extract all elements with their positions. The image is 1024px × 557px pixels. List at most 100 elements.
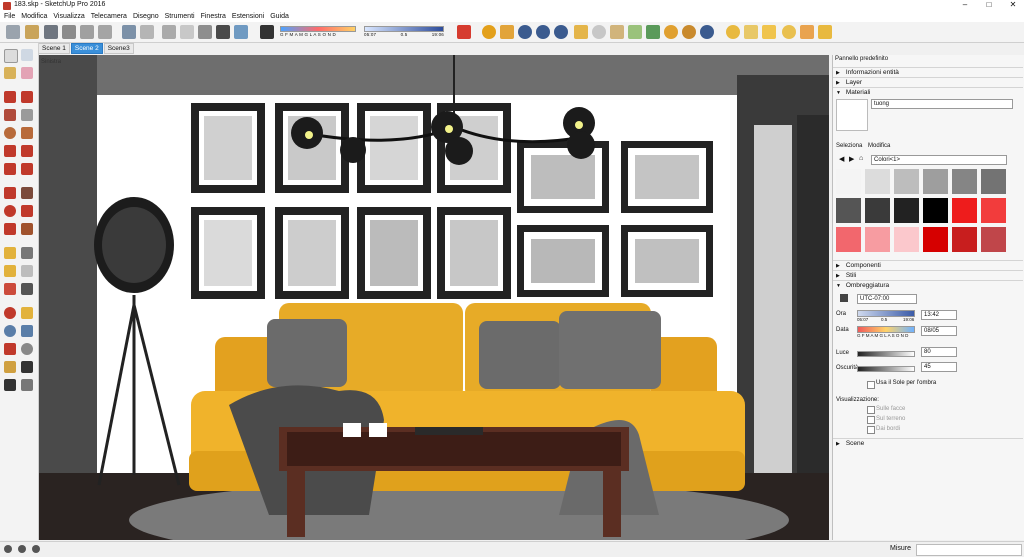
material-name-field[interactable]: tuong: [871, 99, 1013, 109]
offset-icon[interactable]: [21, 223, 33, 235]
forward-arrow-icon[interactable]: ▶: [849, 155, 854, 163]
section-shadows[interactable]: ▼ Ombreggiatura: [833, 280, 1023, 289]
material-swatch[interactable]: [865, 227, 890, 252]
menu-help[interactable]: Guida: [270, 12, 289, 22]
material-swatch[interactable]: [836, 227, 861, 252]
rotated-rect-icon[interactable]: [21, 109, 33, 121]
material-library-select[interactable]: Colori<1>: [871, 155, 1007, 165]
menu-view[interactable]: Visualizza: [53, 12, 84, 22]
light-bulb-icon[interactable]: [682, 25, 696, 39]
protractor-icon[interactable]: [4, 265, 16, 277]
push-pull-icon[interactable]: [21, 187, 33, 199]
material-swatch[interactable]: [923, 227, 948, 252]
camera-icon[interactable]: [25, 25, 39, 39]
material-swatch[interactable]: [923, 198, 948, 223]
make-component-icon[interactable]: [21, 49, 33, 61]
pause-render-icon[interactable]: [700, 25, 714, 39]
timezone-select[interactable]: UTC-07:00: [857, 294, 917, 304]
shaded-textures-icon[interactable]: [216, 25, 230, 39]
credits-icon[interactable]: [18, 545, 26, 553]
ies-light-icon[interactable]: [762, 25, 776, 39]
time-slider[interactable]: [857, 310, 915, 317]
viewport-3d[interactable]: Sinistra: [39, 55, 829, 540]
render-m-icon[interactable]: [482, 25, 496, 39]
shaded-icon[interactable]: [198, 25, 212, 39]
follow-me-icon[interactable]: [21, 205, 33, 217]
two-point-arc-icon[interactable]: [21, 145, 33, 157]
render-rt-icon[interactable]: [536, 25, 550, 39]
freehand-icon[interactable]: [21, 91, 33, 103]
material-swatch[interactable]: [923, 169, 948, 194]
move-icon[interactable]: [4, 187, 16, 199]
material-tag-icon[interactable]: [500, 25, 514, 39]
rectangle-icon[interactable]: [4, 109, 16, 121]
back-arrow-icon[interactable]: ◀: [839, 155, 844, 163]
tape-icon[interactable]: [4, 247, 16, 259]
render-br-icon[interactable]: [554, 25, 568, 39]
menu-window[interactable]: Finestra: [201, 12, 226, 22]
from-edges-checkbox[interactable]: [867, 426, 875, 434]
section-styles[interactable]: ▶ Stili: [833, 270, 1023, 279]
layer-grid-icon[interactable]: [457, 25, 471, 39]
top-view-icon[interactable]: [80, 25, 94, 39]
close-icon[interactable]: ✕: [1006, 0, 1020, 9]
scale-icon[interactable]: [4, 223, 16, 235]
user-icon[interactable]: [32, 545, 40, 553]
circle-icon[interactable]: [4, 127, 16, 139]
wireframe-icon[interactable]: [162, 25, 176, 39]
section-layer[interactable]: ▶ Layer: [833, 77, 1023, 86]
dome-light-icon[interactable]: [800, 25, 814, 39]
section-scenes[interactable]: ▶ Scene: [833, 438, 1023, 447]
position-camera-icon[interactable]: [4, 361, 16, 373]
light-field[interactable]: 80: [921, 347, 957, 357]
rotate-icon[interactable]: [4, 205, 16, 217]
material-swatch[interactable]: [981, 227, 1006, 252]
menu-file[interactable]: File: [4, 12, 15, 22]
measurements-field[interactable]: [916, 544, 1022, 556]
orbit-icon[interactable]: [4, 307, 16, 319]
zoom-window-icon[interactable]: [21, 325, 33, 337]
back-edges-icon[interactable]: [140, 25, 154, 39]
tab-select[interactable]: Seleziona: [836, 143, 862, 149]
material-swatch[interactable]: [981, 198, 1006, 223]
tree-icon[interactable]: [628, 25, 642, 39]
menu-edit[interactable]: Modifica: [21, 12, 47, 22]
tab-scene-1[interactable]: Scene 1: [38, 43, 70, 54]
material-swatch[interactable]: [865, 198, 890, 223]
walk-icon[interactable]: [4, 379, 16, 391]
home-icon[interactable]: ⌂: [859, 155, 863, 162]
spot-light-icon[interactable]: [744, 25, 758, 39]
menu-tools[interactable]: Strumenti: [165, 12, 195, 22]
material-swatch[interactable]: [952, 227, 977, 252]
xray-icon[interactable]: [122, 25, 136, 39]
menu-extensions[interactable]: Estensioni: [232, 12, 264, 22]
section-materials[interactable]: ▼ Materiali: [833, 87, 1023, 96]
date-field[interactable]: 08/05: [921, 326, 957, 336]
zoom-extents-icon[interactable]: [4, 343, 16, 355]
previous-view-icon[interactable]: [21, 343, 33, 355]
geo-location-icon[interactable]: [4, 545, 12, 553]
hidden-line-icon[interactable]: [180, 25, 194, 39]
text-icon[interactable]: [21, 265, 33, 277]
pan-icon[interactable]: [21, 307, 33, 319]
polygon-icon[interactable]: [21, 127, 33, 139]
omni-light-icon[interactable]: [726, 25, 740, 39]
on-ground-checkbox[interactable]: [867, 416, 875, 424]
time-field[interactable]: 13:42: [921, 310, 957, 320]
material-swatch[interactable]: [952, 198, 977, 223]
material-swatch[interactable]: [865, 169, 890, 194]
maximize-icon[interactable]: □: [982, 0, 996, 9]
material-swatch[interactable]: [981, 169, 1006, 194]
shadow-date-slider[interactable]: G F M A M G L A S O N D: [280, 26, 356, 40]
home-icon[interactable]: [44, 25, 58, 39]
material-swatch[interactable]: [836, 169, 861, 194]
section-components[interactable]: ▶ Componenti: [833, 260, 1023, 269]
monochrome-icon[interactable]: [234, 25, 248, 39]
plant-icon[interactable]: [646, 25, 660, 39]
select-arrow-icon[interactable]: [4, 49, 18, 63]
tag-icon[interactable]: [574, 25, 588, 39]
material-swatch[interactable]: [836, 198, 861, 223]
tab-scene-3[interactable]: Scene3: [103, 43, 134, 54]
mesh-light-icon[interactable]: [818, 25, 832, 39]
axes-icon[interactable]: [4, 283, 16, 295]
